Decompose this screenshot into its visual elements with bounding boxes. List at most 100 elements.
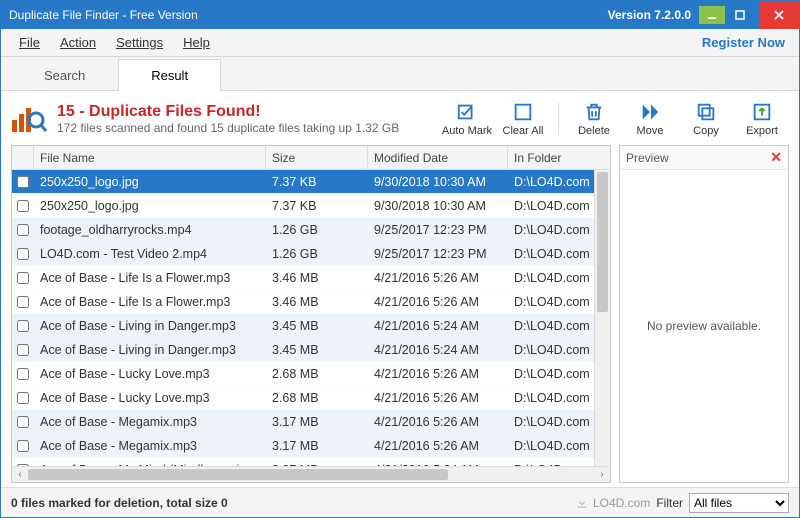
export-button[interactable]: Export <box>735 99 789 139</box>
filter-label: Filter <box>656 496 683 510</box>
menu-file[interactable]: File <box>9 31 50 54</box>
close-button[interactable] <box>759 1 799 29</box>
cell-modified-date: 4/21/2016 5:26 AM <box>368 295 508 309</box>
content-area: 15 - Duplicate Files Found! 172 files sc… <box>1 91 799 487</box>
tab-result[interactable]: Result <box>118 59 221 91</box>
checkbox-checked-icon <box>456 101 478 123</box>
table-row[interactable]: Ace of Base - Living in Danger.mp33.45 M… <box>12 314 610 338</box>
cell-filename: footage_oldharryrocks.mp4 <box>34 223 266 237</box>
main-split: File Name Size Modified Date In Folder 2… <box>11 145 789 483</box>
export-icon <box>751 101 773 123</box>
move-button[interactable]: Move <box>623 99 677 139</box>
column-in-folder[interactable]: In Folder <box>508 146 610 169</box>
cell-size: 3.17 MB <box>266 439 368 453</box>
cell-filename: LO4D.com - Test Video 2.mp4 <box>34 247 266 261</box>
filter-select[interactable]: All files <box>689 493 789 513</box>
cell-modified-date: 9/30/2018 10:30 AM <box>368 175 508 189</box>
cell-size: 7.37 KB <box>266 175 368 189</box>
row-checkbox[interactable] <box>17 224 29 236</box>
row-checkbox-cell <box>12 368 34 380</box>
scroll-right-icon[interactable]: › <box>594 467 610 483</box>
minimize-button[interactable] <box>699 6 725 24</box>
copy-button[interactable]: Copy <box>679 99 733 139</box>
cell-modified-date: 4/21/2016 5:26 AM <box>368 439 508 453</box>
cell-filename: Ace of Base - Lucky Love.mp3 <box>34 367 266 381</box>
preview-close-button[interactable]: ✕ <box>770 149 782 166</box>
table-row[interactable]: Ace of Base - Megamix.mp33.17 MB4/21/201… <box>12 434 610 458</box>
table-row[interactable]: Ace of Base - Lucky Love.mp32.68 MB4/21/… <box>12 386 610 410</box>
preview-body: No preview available. <box>620 170 788 482</box>
row-checkbox[interactable] <box>17 416 29 428</box>
cell-modified-date: 9/25/2017 12:23 PM <box>368 223 508 237</box>
table-body: 250x250_logo.jpg7.37 KB9/30/2018 10:30 A… <box>12 170 610 466</box>
column-filename[interactable]: File Name <box>34 146 266 169</box>
table-row[interactable]: Ace of Base - Megamix.mp33.17 MB4/21/201… <box>12 410 610 434</box>
row-checkbox-cell <box>12 200 34 212</box>
status-text: 0 files marked for deletion, total size … <box>11 496 228 510</box>
row-checkbox[interactable] <box>17 248 29 260</box>
summary-subline: 172 files scanned and found 15 duplicate… <box>57 121 399 135</box>
scroll-left-icon[interactable]: ‹ <box>12 467 28 483</box>
table-header: File Name Size Modified Date In Folder <box>12 146 610 170</box>
row-checkbox[interactable] <box>17 344 29 356</box>
column-modified-date[interactable]: Modified Date <box>368 146 508 169</box>
summary-headline: 15 - Duplicate Files Found! <box>57 103 399 121</box>
cell-size: 2.68 MB <box>266 367 368 381</box>
row-checkbox[interactable] <box>17 320 29 332</box>
register-now-link[interactable]: Register Now <box>702 35 791 50</box>
cell-size: 3.46 MB <box>266 295 368 309</box>
delete-button[interactable]: Delete <box>567 99 621 139</box>
table-row[interactable]: Ace of Base - My Mind (Mindless mix).mp3… <box>12 458 610 466</box>
row-checkbox[interactable] <box>17 368 29 380</box>
row-checkbox-cell <box>12 416 34 428</box>
cell-modified-date: 4/21/2016 5:26 AM <box>368 271 508 285</box>
table-row[interactable]: Ace of Base - Life Is a Flower.mp33.46 M… <box>12 290 610 314</box>
table-row[interactable]: 250x250_logo.jpg7.37 KB9/30/2018 10:30 A… <box>12 170 610 194</box>
cell-size: 1.26 GB <box>266 247 368 261</box>
cell-modified-date: 4/21/2016 5:26 AM <box>368 367 508 381</box>
column-size[interactable]: Size <box>266 146 368 169</box>
tab-search[interactable]: Search <box>11 59 118 91</box>
table-row[interactable]: 250x250_logo.jpg7.37 KB9/30/2018 10:30 A… <box>12 194 610 218</box>
trash-icon <box>583 101 605 123</box>
vertical-scrollbar[interactable] <box>594 170 610 466</box>
preview-message: No preview available. <box>647 319 761 333</box>
action-toolbar: Auto Mark Clear All Delete Move Cop <box>440 99 789 139</box>
row-checkbox[interactable] <box>17 272 29 284</box>
menu-action[interactable]: Action <box>50 31 106 54</box>
row-checkbox[interactable] <box>17 392 29 404</box>
row-checkbox[interactable] <box>17 176 29 188</box>
cell-filename: Ace of Base - Megamix.mp3 <box>34 415 266 429</box>
menu-help[interactable]: Help <box>173 31 220 54</box>
row-checkbox-cell <box>12 296 34 308</box>
table-row[interactable]: footage_oldharryrocks.mp41.26 GB9/25/201… <box>12 218 610 242</box>
brand-watermark: LO4D.com <box>575 496 650 510</box>
cell-modified-date: 9/30/2018 10:30 AM <box>368 199 508 213</box>
checkbox-empty-icon <box>512 101 534 123</box>
column-checkbox[interactable] <box>12 146 34 169</box>
cell-filename: Ace of Base - Lucky Love.mp3 <box>34 391 266 405</box>
preview-header: Preview ✕ <box>620 146 788 170</box>
row-checkbox[interactable] <box>17 200 29 212</box>
table-row[interactable]: LO4D.com - Test Video 2.mp41.26 GB9/25/2… <box>12 242 610 266</box>
table-row[interactable]: Ace of Base - Living in Danger.mp33.45 M… <box>12 338 610 362</box>
menu-settings[interactable]: Settings <box>106 31 173 54</box>
cell-size: 1.26 GB <box>266 223 368 237</box>
preview-pane: Preview ✕ No preview available. <box>619 145 789 483</box>
header-row: 15 - Duplicate Files Found! 172 files sc… <box>11 99 789 139</box>
cell-filename: Ace of Base - Living in Danger.mp3 <box>34 343 266 357</box>
auto-mark-button[interactable]: Auto Mark <box>440 99 494 139</box>
clear-all-button[interactable]: Clear All <box>496 99 550 139</box>
row-checkbox-cell <box>12 392 34 404</box>
table-row[interactable]: Ace of Base - Life Is a Flower.mp33.46 M… <box>12 266 610 290</box>
row-checkbox[interactable] <box>17 440 29 452</box>
preview-title: Preview <box>626 151 669 165</box>
double-chevron-right-icon <box>639 101 661 123</box>
cell-filename: Ace of Base - Megamix.mp3 <box>34 439 266 453</box>
table-row[interactable]: Ace of Base - Lucky Love.mp32.68 MB4/21/… <box>12 362 610 386</box>
horizontal-scrollbar[interactable]: ‹ › <box>12 466 610 482</box>
cell-filename: Ace of Base - Life Is a Flower.mp3 <box>34 271 266 285</box>
maximize-button[interactable] <box>727 6 753 24</box>
row-checkbox[interactable] <box>17 296 29 308</box>
row-checkbox-cell <box>12 344 34 356</box>
